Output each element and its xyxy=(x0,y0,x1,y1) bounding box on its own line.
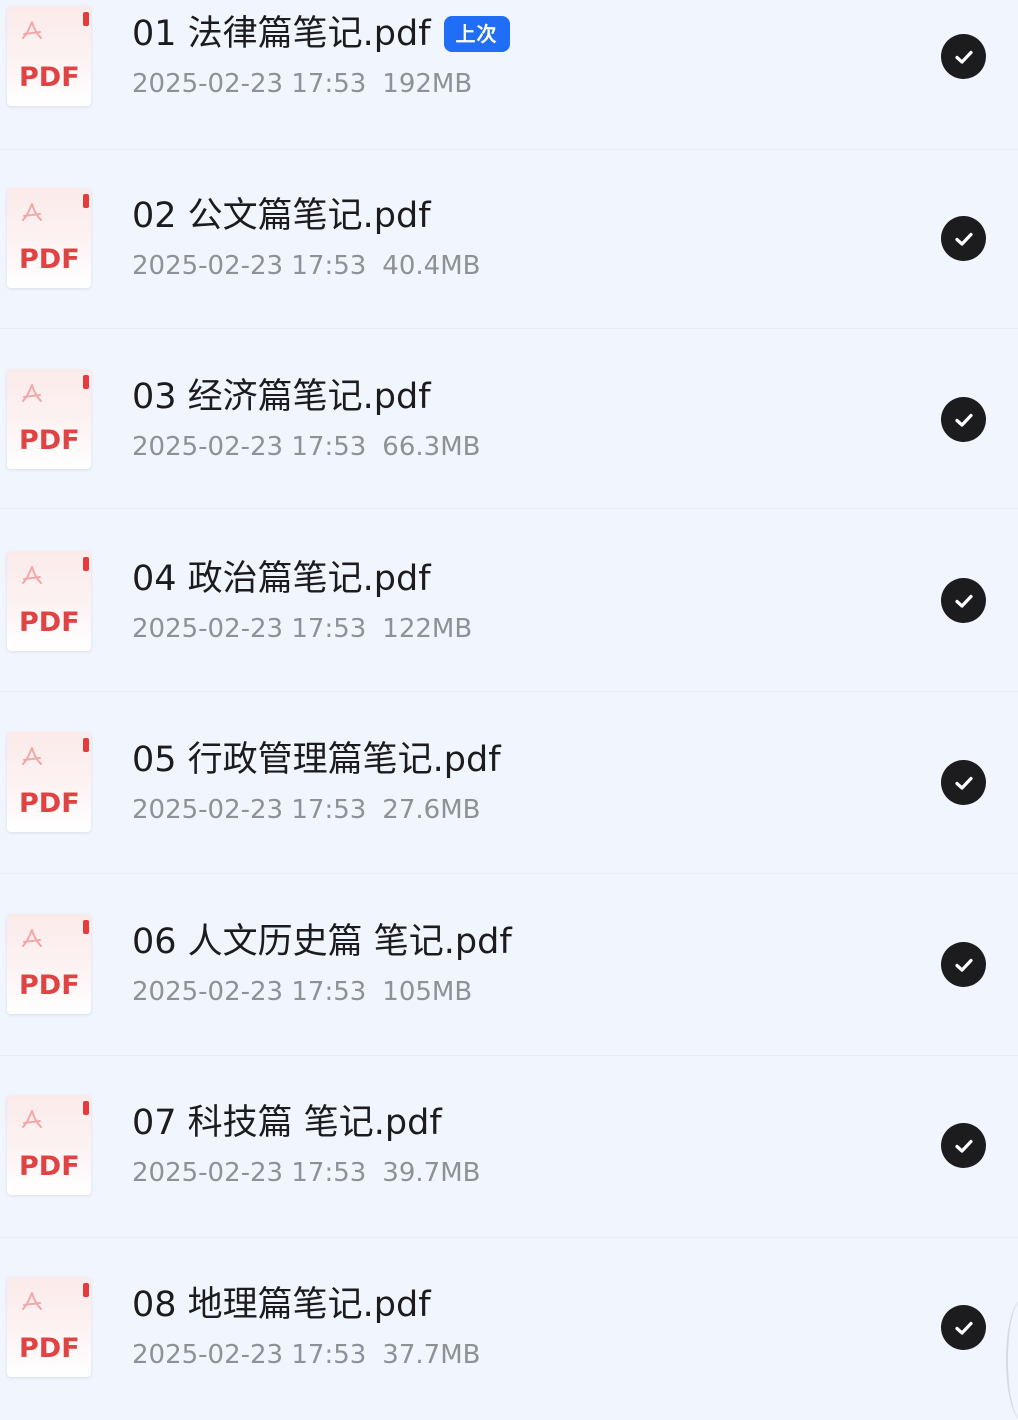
file-meta: 2025-02-23 17:53 40.4MB xyxy=(132,251,480,281)
file-size: 192MB xyxy=(382,69,473,99)
file-row[interactable]: PDF 02 公文篇笔记.pdf 2025-02-23 17:53 40.4MB xyxy=(0,150,1018,331)
file-date: 2025-02-23 17:53 xyxy=(132,795,367,825)
pdf-file-icon: PDF xyxy=(7,188,91,288)
file-name: 02 公文篇笔记.pdf xyxy=(132,196,431,236)
file-size: 105MB xyxy=(382,977,473,1007)
file-meta: 2025-02-23 17:53 66.3MB xyxy=(132,432,480,462)
pdf-file-icon: PDF xyxy=(7,1277,91,1377)
file-date: 2025-02-23 17:53 xyxy=(132,1340,367,1370)
file-date: 2025-02-23 17:53 xyxy=(132,977,367,1007)
file-row[interactable]: PDF 06 人文历史篇 笔记.pdf 2025-02-23 17:53 105M… xyxy=(0,875,1018,1056)
pdf-file-icon: PDF xyxy=(7,369,91,469)
file-row[interactable]: PDF 03 经济篇笔记.pdf 2025-02-23 17:53 66.3MB xyxy=(0,330,1018,511)
file-row[interactable]: PDF 07 科技篇 笔记.pdf 2025-02-23 17:53 39.7MB xyxy=(0,1057,1018,1238)
pdf-file-icon: PDF xyxy=(7,914,91,1014)
pdf-file-icon: PDF xyxy=(7,551,91,651)
file-name: 05 行政管理篇笔记.pdf xyxy=(132,740,501,780)
file-row[interactable]: PDF 04 政治篇笔记.pdf 2025-02-23 17:53 122MB xyxy=(0,511,1018,692)
file-meta: 2025-02-23 17:53 122MB xyxy=(132,614,472,644)
file-name: 01 法律篇笔记.pdf xyxy=(132,14,431,54)
file-meta: 2025-02-23 17:53 105MB xyxy=(132,977,472,1007)
divider xyxy=(0,508,1018,509)
file-meta: 2025-02-23 17:53 192MB xyxy=(132,69,472,99)
checkmark-icon[interactable] xyxy=(941,397,986,442)
file-meta: 2025-02-23 17:53 27.6MB xyxy=(132,795,480,825)
file-meta: 2025-02-23 17:53 37.7MB xyxy=(132,1340,480,1370)
file-size: 39.7MB xyxy=(382,1158,481,1188)
checkmark-icon[interactable] xyxy=(941,942,986,987)
divider xyxy=(0,1055,1018,1056)
file-row[interactable]: PDF 05 行政管理篇笔记.pdf 2025-02-23 17:53 27.6M… xyxy=(0,693,1018,874)
pdf-file-icon: PDF xyxy=(7,6,91,106)
pdf-file-icon: PDF xyxy=(7,732,91,832)
divider xyxy=(0,873,1018,874)
file-row[interactable]: PDF 08 地理篇笔记.pdf 2025-02-23 17:53 37.7MB xyxy=(0,1239,1018,1420)
checkmark-icon[interactable] xyxy=(941,1123,986,1168)
divider xyxy=(0,328,1018,329)
last-opened-badge: 上次 xyxy=(443,16,510,52)
checkmark-icon[interactable] xyxy=(941,216,986,261)
file-name: 03 经济篇笔记.pdf xyxy=(132,377,431,417)
file-list: PDF 01 法律篇笔记.pdf 上次 2025-02-23 17:53 192M… xyxy=(0,0,1018,1420)
file-date: 2025-02-23 17:53 xyxy=(132,1158,367,1188)
divider xyxy=(0,691,1018,692)
file-name: 07 科技篇 笔记.pdf xyxy=(132,1103,442,1143)
file-size: 40.4MB xyxy=(382,251,481,281)
checkmark-icon[interactable] xyxy=(941,578,986,623)
divider xyxy=(0,1237,1018,1238)
file-size: 37.7MB xyxy=(382,1340,481,1370)
file-size: 27.6MB xyxy=(382,795,481,825)
checkmark-icon[interactable] xyxy=(941,1305,986,1350)
file-meta: 2025-02-23 17:53 39.7MB xyxy=(132,1158,480,1188)
file-name: 06 人文历史篇 笔记.pdf xyxy=(132,922,512,962)
file-date: 2025-02-23 17:53 xyxy=(132,614,367,644)
checkmark-icon[interactable] xyxy=(941,34,986,79)
checkmark-icon[interactable] xyxy=(941,760,986,805)
file-size: 66.3MB xyxy=(382,432,481,462)
file-date: 2025-02-23 17:53 xyxy=(132,69,367,99)
pdf-file-icon: PDF xyxy=(7,1095,91,1195)
file-date: 2025-02-23 17:53 xyxy=(132,251,367,281)
file-name: 04 政治篇笔记.pdf xyxy=(132,559,431,599)
file-size: 122MB xyxy=(382,614,473,644)
file-date: 2025-02-23 17:53 xyxy=(132,432,367,462)
file-name: 08 地理篇笔记.pdf xyxy=(132,1285,431,1325)
